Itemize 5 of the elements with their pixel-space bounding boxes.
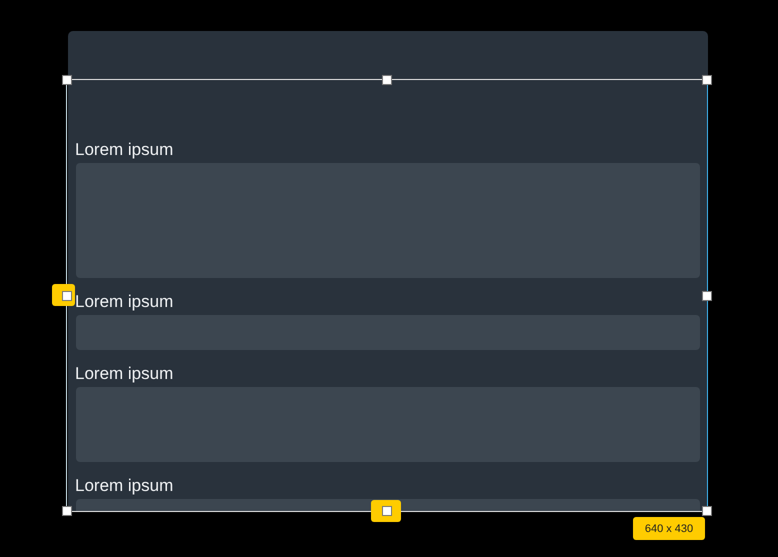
field-label: Lorem ipsum [75,292,174,312]
field-label: Lorem ipsum [75,140,174,160]
size-label: 640 x 430 [633,517,705,540]
field-label: Lorem ipsum [75,476,174,496]
field-label: Lorem ipsum [75,364,174,384]
